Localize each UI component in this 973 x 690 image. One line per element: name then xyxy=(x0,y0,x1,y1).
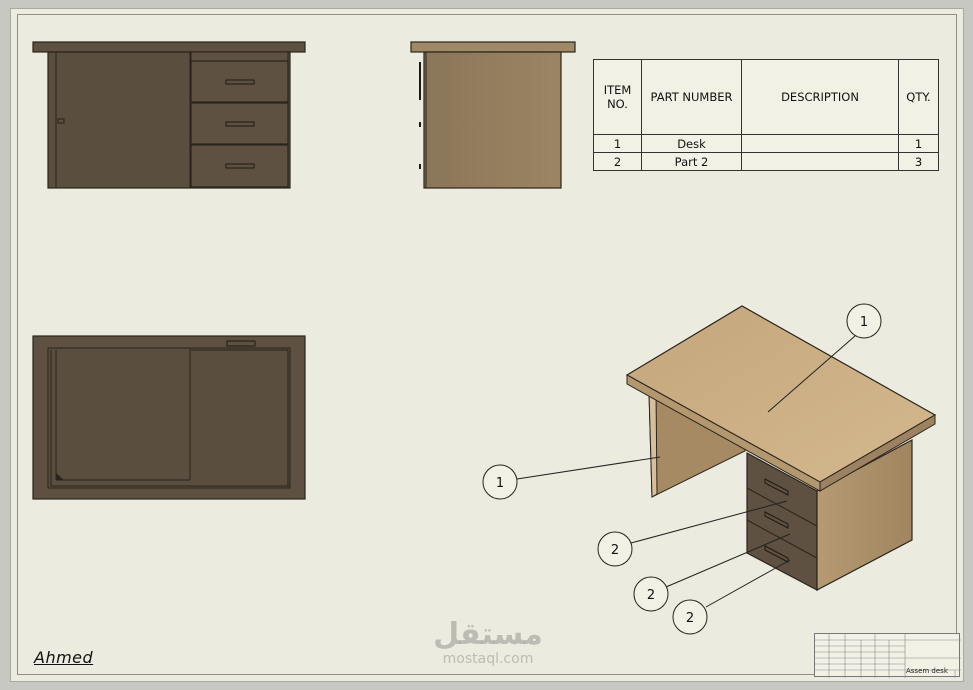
side-view xyxy=(410,41,576,189)
balloon-4-label: 2 xyxy=(647,588,655,603)
bom-header-qty: QTY. xyxy=(898,59,939,135)
title-block: Assem desk xyxy=(814,633,961,678)
watermark-logo: مستقل xyxy=(433,617,543,652)
bom-cell-item-no: 1 xyxy=(593,134,642,153)
balloon-5-label: 2 xyxy=(686,611,694,626)
bom-header-item-no: ITEM NO. xyxy=(593,59,642,135)
bom-cell-qty: 1 xyxy=(898,134,939,153)
bom-cell-part-number: Part 2 xyxy=(641,152,742,171)
balloon-2-label: 1 xyxy=(496,476,504,491)
balloon-2-drawer-1: 2 xyxy=(597,531,633,567)
balloon-2-drawer-2: 2 xyxy=(633,576,669,612)
balloon-3-label: 2 xyxy=(611,543,619,558)
balloon-1-top: 1 xyxy=(846,303,882,339)
front-drawer-1 xyxy=(190,60,289,103)
bom-cell-description xyxy=(741,152,899,171)
title-block-drawing-name: Assem desk xyxy=(906,667,948,675)
bom-cell-qty: 3 xyxy=(898,152,939,171)
balloon-1-side: 1 xyxy=(482,464,518,500)
watermark-site: mostaql.com xyxy=(442,651,534,667)
bill-of-materials-table: ITEM NO. PART NUMBER DESCRIPTION QTY. 1 … xyxy=(593,59,939,171)
bom-row: 1 Desk 1 xyxy=(593,134,939,153)
front-drawer-3 xyxy=(190,144,289,188)
bom-header-row: ITEM NO. PART NUMBER DESCRIPTION QTY. xyxy=(593,59,939,135)
top-view xyxy=(32,335,306,500)
watermark: مستقل mostaql.com xyxy=(426,617,550,668)
front-view xyxy=(32,41,306,189)
bom-cell-item-no: 2 xyxy=(593,152,642,171)
drawing-sheet: 1 1 2 2 2 ITEM NO. PART NUMBER DESCRIPTI… xyxy=(0,0,973,690)
author-signature: Ahmed xyxy=(34,648,94,667)
balloon-1-label: 1 xyxy=(860,315,868,330)
front-drawer-2 xyxy=(190,102,289,145)
bom-cell-part-number: Desk xyxy=(641,134,742,153)
isometric-view xyxy=(625,305,937,591)
bom-header-description: DESCRIPTION xyxy=(741,59,899,135)
bom-cell-description xyxy=(741,134,899,153)
bom-header-part-number: PART NUMBER xyxy=(641,59,742,135)
balloon-2-drawer-3: 2 xyxy=(672,599,708,635)
bom-row: 2 Part 2 3 xyxy=(593,152,939,171)
